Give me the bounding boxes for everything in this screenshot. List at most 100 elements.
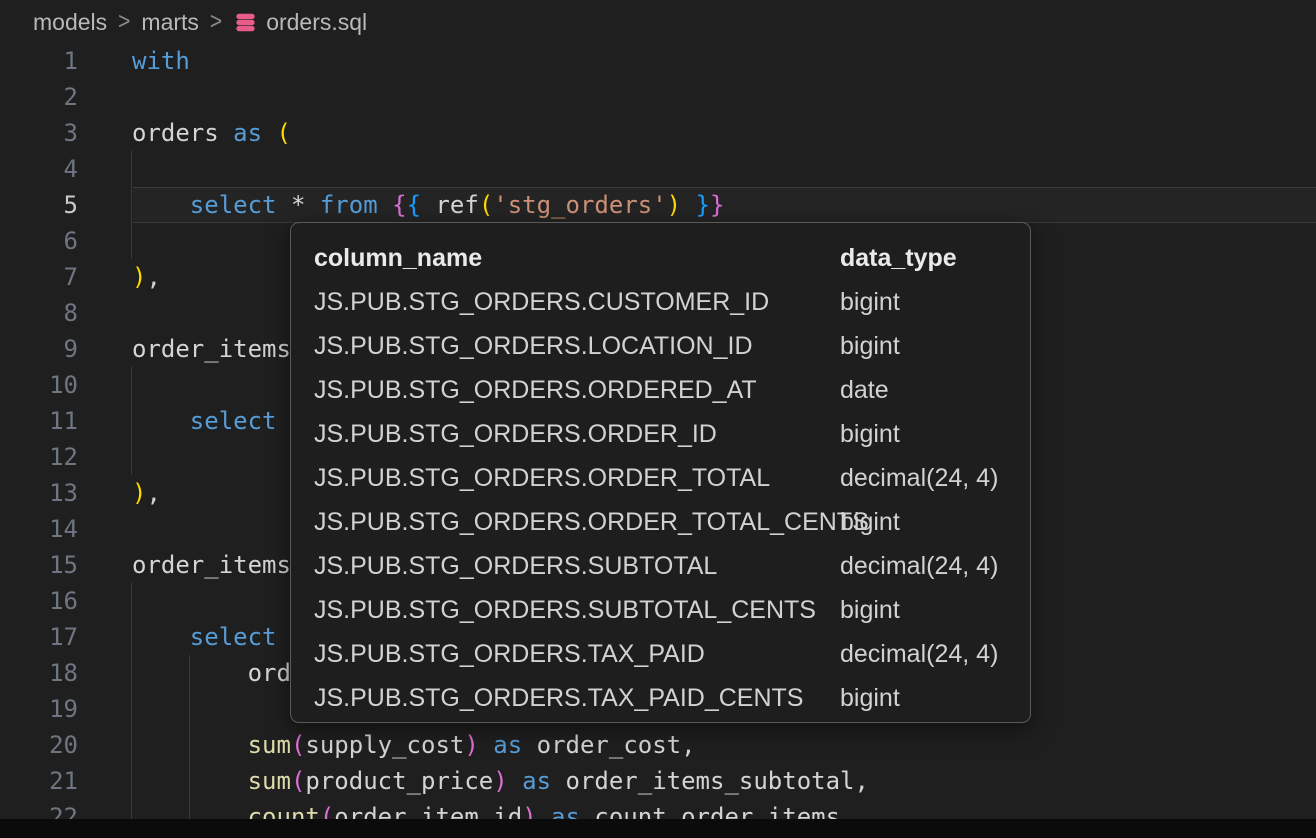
code-token: ( [291,731,305,759]
popup-cell-column-name: JS.PUB.STG_ORDERS.ORDERED_AT [314,368,840,412]
code-token [132,623,190,651]
breadcrumb-item-file[interactable]: orders.sql [233,9,367,36]
database-icon [233,10,258,35]
popup-row: JS.PUB.STG_ORDERS.TAX_PAIDdecimal(24, 4) [314,632,1030,676]
indent-guide [131,727,132,763]
indent-guide [189,691,190,727]
code-token [132,191,190,219]
code-token: ord [132,659,291,687]
code-token: as [493,731,522,759]
breadcrumb-item-marts[interactable]: marts [141,9,199,36]
code-line-4[interactable] [132,151,1316,187]
indent-guide [189,763,190,799]
code-token [132,407,190,435]
indent-guide [131,619,132,655]
code-token: ) [464,731,478,759]
code-token [132,767,248,795]
line-number: 1 [0,43,78,79]
indent-guide [189,655,190,691]
popup-row: JS.PUB.STG_ORDERS.ORDER_TOTALdecimal(24,… [314,456,1030,500]
indent-guide [131,151,132,187]
code-token [508,767,522,795]
popup-cell-data-type: decimal(24, 4) [840,456,998,500]
code-token: { [407,191,421,219]
code-token: as [233,119,262,147]
code-token: ( [291,767,305,795]
code-token: ref [435,191,478,219]
indent-guide [131,763,132,799]
code-token: product_price [305,767,493,795]
line-number: 15 [0,547,78,583]
code-token: 'stg_orders' [493,191,666,219]
code-line-21[interactable]: sum(product_price) as order_items_subtot… [132,763,1316,799]
line-number: 21 [0,763,78,799]
code-line-2[interactable] [132,79,1316,115]
breadcrumb: models > marts > orders.sql [33,0,367,44]
code-token: with [132,47,190,75]
indent-guide [131,583,132,619]
indent-guide [131,655,132,691]
popup-row: JS.PUB.STG_ORDERS.ORDER_IDbigint [314,412,1030,456]
code-token: order_items [132,335,291,363]
popup-cell-data-type: decimal(24, 4) [840,544,998,588]
popup-cell-data-type: bigint [840,500,900,544]
popup-cell-column-name: JS.PUB.STG_ORDERS.SUBTOTAL [314,544,840,588]
column-metadata-popup: column_namedata_typeJS.PUB.STG_ORDERS.CU… [290,222,1031,723]
code-token: ( [479,191,493,219]
code-line-20[interactable]: sum(supply_cost) as order_cost, [132,727,1316,763]
indent-guide [131,223,132,259]
code-line-5[interactable]: select * from {{ ref('stg_orders') }} [132,187,1316,223]
code-token [681,191,695,219]
code-token [378,191,392,219]
popup-cell-column-name: JS.PUB.STG_ORDERS.CUSTOMER_ID [314,280,840,324]
popup-row: JS.PUB.STG_ORDERS.ORDERED_ATdate [314,368,1030,412]
code-token: order_cost, [522,731,695,759]
indent-guide [131,691,132,727]
code-token: ) [493,767,507,795]
popup-row: JS.PUB.STG_ORDERS.SUBTOTAL_CENTSbigint [314,588,1030,632]
code-line-3[interactable]: orders as ( [132,115,1316,151]
popup-cell-data-type: bigint [840,588,900,632]
popup-cell-data-type: bigint [840,412,900,456]
line-number: 14 [0,511,78,547]
code-token [305,191,319,219]
line-number: 16 [0,583,78,619]
code-token: orders [132,119,233,147]
code-token: { [392,191,406,219]
code-line-1[interactable]: with [132,43,1316,79]
breadcrumb-separator-icon: > [210,8,222,36]
code-token [421,191,435,219]
popup-cell-column-name: JS.PUB.STG_ORDERS.ORDER_TOTAL_CENTS [314,500,840,544]
line-number: 17 [0,619,78,655]
indent-guide [131,403,132,439]
code-token: as [522,767,551,795]
breadcrumb-item-models[interactable]: models [33,9,107,36]
popup-header-row: column_namedata_type [314,236,1030,280]
line-number: 11 [0,403,78,439]
code-token [132,731,248,759]
popup-cell-column-name: JS.PUB.STG_ORDERS.SUBTOTAL_CENTS [314,588,840,632]
line-number: 12 [0,439,78,475]
line-number: 3 [0,115,78,151]
popup-cell-data-type: bigint [840,280,900,324]
popup-cell-column-name: JS.PUB.STG_ORDERS.LOCATION_ID [314,324,840,368]
code-token: sum [248,731,291,759]
line-number: 9 [0,331,78,367]
indent-guide [131,187,132,223]
code-token: } [710,191,724,219]
line-number: 6 [0,223,78,259]
line-number: 5 [0,187,78,223]
code-token: ( [277,119,291,147]
popup-cell-data-type: date [840,368,889,412]
line-number: 13 [0,475,78,511]
popup-header-data-type: data_type [840,236,957,280]
popup-cell-column-name: JS.PUB.STG_ORDERS.ORDER_TOTAL [314,456,840,500]
line-number: 7 [0,259,78,295]
line-number: 8 [0,295,78,331]
line-number: 20 [0,727,78,763]
code-token: ) [132,263,146,291]
code-token [262,119,276,147]
indent-guide [189,727,190,763]
popup-cell-data-type: decimal(24, 4) [840,632,998,676]
line-number: 19 [0,691,78,727]
